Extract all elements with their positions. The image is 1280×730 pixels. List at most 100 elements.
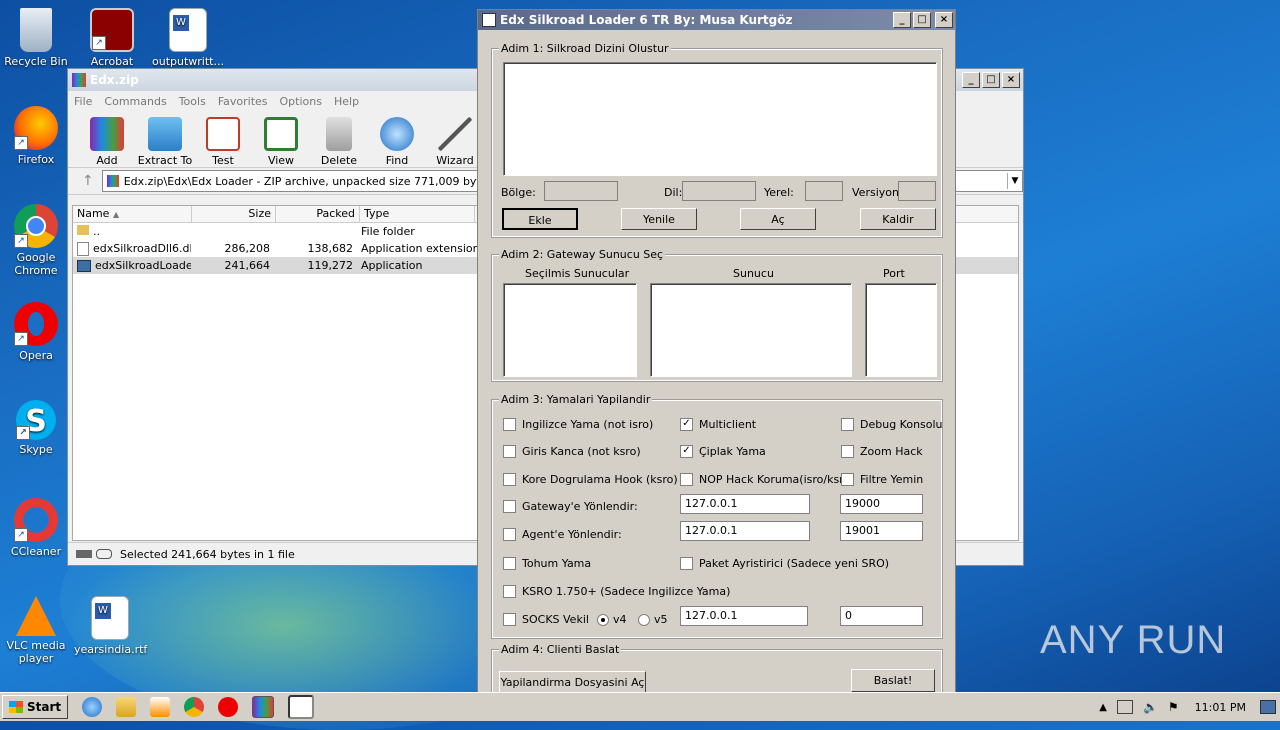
packet-parser-checkbox[interactable]: Paket Ayristirici (Sadece yeni SRO) — [680, 557, 889, 570]
socks-ip-input[interactable]: 127.0.0.1 — [680, 606, 808, 626]
nop-hack-checkbox[interactable]: NOP Hack Koruma(isro/ksro) — [680, 473, 855, 486]
socks-v4-radio[interactable]: v4 — [597, 613, 627, 626]
desktop-icon-recycle-bin[interactable]: Recycle Bin — [0, 8, 72, 68]
volume-icon[interactable]: 🔈 — [1143, 700, 1158, 714]
minimize-button[interactable]: _ — [962, 72, 980, 88]
menu-help[interactable]: Help — [328, 95, 365, 108]
view-button[interactable]: View — [252, 117, 310, 167]
menu-options[interactable]: Options — [274, 95, 328, 108]
korea-auth-hook-checkbox[interactable]: Kore Dogrulama Hook (ksro) — [503, 473, 678, 486]
desktop-icon-chrome[interactable]: ↗ Google Chrome — [0, 204, 72, 277]
socks-proxy-checkbox[interactable]: SOCKS Vekil — [503, 613, 589, 626]
checkbox-box — [503, 585, 516, 598]
language-field[interactable] — [682, 181, 756, 201]
add-button[interactable]: Ekle — [502, 208, 578, 230]
opera-icon[interactable] — [218, 697, 239, 717]
chrome-icon[interactable] — [184, 697, 205, 717]
selected-servers-list[interactable] — [503, 283, 637, 377]
gateway-port-input[interactable]: 19000 — [840, 494, 923, 514]
taskbar: Start ▲ 🔈 ⚑ 11:01 PM — [0, 692, 1280, 721]
start-client-button[interactable]: Baslat! — [851, 669, 935, 692]
locale-field[interactable] — [805, 181, 843, 201]
ie-icon[interactable] — [82, 697, 103, 717]
gateway-redirect-checkbox[interactable]: Gateway'e Yönlendir: — [503, 500, 638, 513]
desktop-icon-opera[interactable]: ↗ Opera — [0, 302, 72, 362]
column-packed[interactable]: Packed — [276, 206, 360, 222]
checkbox-label: Zoom Hack — [860, 445, 923, 458]
english-patch-checkbox[interactable]: Ingilizce Yama (not isro) — [503, 418, 653, 431]
desktop-icon-vlc[interactable]: VLC media player — [0, 596, 72, 665]
multiclient-checkbox[interactable]: ✓ Multiclient — [680, 418, 756, 431]
start-button[interactable]: Start — [2, 695, 69, 719]
ksro-checkbox[interactable]: KSRO 1.750+ (Sadece Ingilizce Yama) — [503, 585, 730, 598]
remove-button[interactable]: Kaldir — [860, 208, 936, 230]
checkbox-box — [841, 418, 854, 431]
desktop-icon-acrobat[interactable]: ↗ Acrobat — [76, 8, 148, 68]
gateway-ip-input[interactable]: 127.0.0.1 — [680, 494, 810, 514]
debug-console-checkbox[interactable]: Debug Konsolu — [841, 418, 943, 431]
column-size[interactable]: Size — [192, 206, 276, 222]
show-desktop-icon[interactable] — [1260, 700, 1276, 714]
port-list[interactable] — [865, 283, 937, 377]
extract-to-button[interactable]: Extract To — [136, 117, 194, 167]
agent-port-input[interactable]: 19001 — [840, 521, 923, 541]
desktop-icon-firefox[interactable]: ↗ Firefox — [0, 106, 72, 166]
open-button[interactable]: Aç — [740, 208, 816, 230]
clock[interactable]: 11:01 PM — [1195, 701, 1246, 714]
seed-patch-checkbox[interactable]: Tohum Yama — [503, 557, 591, 570]
directory-list[interactable] — [503, 62, 937, 176]
find-button[interactable]: Find — [368, 117, 426, 167]
maximize-button[interactable]: □ — [982, 72, 1000, 88]
socks-v5-radio[interactable]: v5 — [638, 613, 668, 626]
socks-port-input[interactable]: 0 — [840, 606, 923, 626]
loader-title-bar[interactable]: Edx Silkroad Loader 6 TR By: Musa Kurtgö… — [478, 10, 955, 30]
opera-icon: ↗ — [14, 302, 58, 346]
loader-taskbar-icon[interactable] — [288, 695, 315, 719]
chevron-up-icon[interactable]: ▲ — [1099, 702, 1107, 713]
desktop-icon-label: Acrobat — [90, 55, 134, 68]
wizard-button[interactable]: Wizard — [426, 117, 484, 167]
menu-tools[interactable]: Tools — [173, 95, 212, 108]
winrar-taskbar-icon[interactable] — [252, 696, 275, 718]
menu-file[interactable]: File — [68, 95, 98, 108]
network-icon[interactable] — [1116, 700, 1133, 714]
nude-patch-checkbox[interactable]: ✓ Çiplak Yama — [680, 445, 766, 458]
chevron-down-icon[interactable]: ▼ — [1007, 173, 1022, 189]
agent-redirect-checkbox[interactable]: Agent'e Yönlendir: — [503, 528, 622, 541]
desktop-icon-ccleaner[interactable]: ↗ CCleaner — [0, 498, 72, 558]
desktop-icon-label: yearsindia.rtf — [74, 643, 148, 656]
menu-commands[interactable]: Commands — [98, 95, 172, 108]
maximize-button[interactable]: □ — [913, 12, 931, 28]
step2-label: Adim 2: Gateway Sunucu Seç — [499, 248, 666, 261]
desktop-icon-outputwritt[interactable]: W outputwritt... — [152, 8, 224, 68]
column-type[interactable]: Type — [360, 206, 475, 222]
checkbox-label: Gateway'e Yönlendir: — [522, 500, 638, 513]
flag-icon[interactable]: ⚑ — [1168, 700, 1179, 714]
menu-favorites[interactable]: Favorites — [212, 95, 274, 108]
version-label: Versiyon — [852, 186, 899, 199]
up-arrow-icon[interactable]: ↑ — [82, 173, 94, 189]
server-list[interactable] — [650, 283, 852, 377]
minimize-button[interactable]: _ — [893, 12, 911, 28]
delete-button[interactable]: Delete — [310, 117, 368, 167]
add-button[interactable]: Add — [78, 117, 136, 167]
trash-icon — [326, 117, 352, 151]
zoom-hack-checkbox[interactable]: Zoom Hack — [841, 445, 923, 458]
system-tray: ▲ 🔈 ⚑ 11:01 PM — [1099, 696, 1276, 718]
filter-oath-checkbox[interactable]: Filtre Yemin — [841, 473, 923, 486]
explorer-folder-icon[interactable] — [116, 697, 137, 717]
media-player-icon[interactable] — [150, 697, 171, 717]
close-button[interactable]: × — [935, 12, 953, 28]
column-name[interactable]: Name ▲ — [73, 206, 192, 222]
version-field[interactable] — [898, 181, 936, 201]
desktop-icon-skype[interactable]: S ↗ Skype — [0, 400, 72, 456]
file-type: File folder — [361, 225, 415, 238]
close-button[interactable]: × — [1002, 72, 1020, 88]
refresh-button[interactable]: Yenile — [621, 208, 697, 230]
desktop-icon-yearsindia[interactable]: W yearsindia.rtf — [74, 596, 148, 656]
open-config-button[interactable]: Yapilandirma Dosyasini Aç — [499, 671, 646, 694]
region-field[interactable] — [544, 181, 618, 201]
login-hook-checkbox[interactable]: Giris Kanca (not ksro) — [503, 445, 641, 458]
test-button[interactable]: Test — [194, 117, 252, 167]
agent-ip-input[interactable]: 127.0.0.1 — [680, 521, 810, 541]
